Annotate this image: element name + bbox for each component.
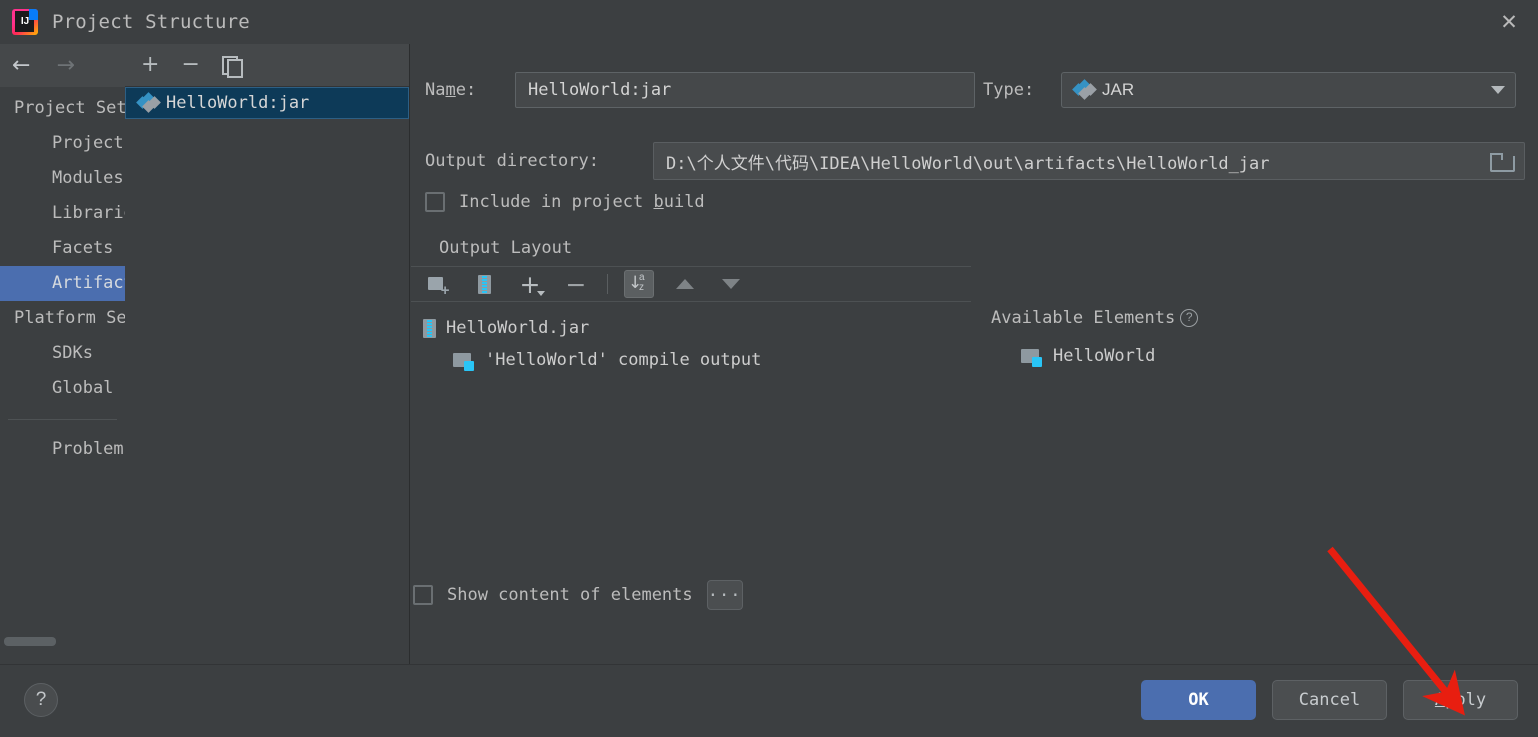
help-button[interactable]: ? [24, 683, 58, 717]
output-layout-split: HelloWorld.jar 'HelloWorld' compile outp… [411, 302, 1538, 602]
include-in-build-checkbox[interactable] [425, 192, 445, 212]
cancel-button[interactable]: Cancel [1272, 680, 1387, 720]
available-elements-title: Available Elements [991, 308, 1175, 328]
move-down-button[interactable] [716, 270, 746, 298]
show-content-more-button[interactable]: ... [707, 580, 743, 610]
name-input-value: HelloWorld:jar [528, 80, 671, 100]
arrow-left-icon[interactable]: ← [12, 55, 30, 77]
available-element-item[interactable]: HelloWorld [979, 340, 1538, 372]
sidebar-item-modules[interactable]: Modules [0, 161, 125, 196]
module-output-folder-icon [453, 351, 475, 370]
artifacts-list-panel: + − HelloWorld:jar [125, 44, 410, 664]
sort-az-icon: ↓ az [627, 273, 651, 295]
minus-icon[interactable]: − [181, 54, 199, 76]
sidebar-item-project-settings[interactable]: Project Settings [0, 91, 125, 126]
artifact-list-item-label: HelloWorld:jar [166, 93, 309, 113]
artifact-list-item[interactable]: HelloWorld:jar [125, 87, 409, 119]
triangle-down-icon [722, 279, 740, 289]
available-elements-header: Available Elements ? [979, 308, 1538, 340]
tree-node-compile-output[interactable]: 'HelloWorld' compile output [411, 344, 971, 376]
copy-icon[interactable] [222, 56, 240, 75]
type-select-value: JAR [1102, 80, 1482, 100]
type-label: Type: [983, 80, 1061, 100]
artifact-editor-pane: Name: HelloWorld:jar Type: JAR Output [411, 44, 1538, 664]
jar-archive-icon [423, 319, 436, 338]
add-folder-icon [428, 275, 449, 293]
tree-node-jar[interactable]: HelloWorld.jar [411, 312, 971, 344]
sidebar-horizontal-scrollbar[interactable] [4, 637, 56, 646]
artifacts-toolbar: + − [125, 44, 409, 87]
dialog-bottom-bar: ? OK Cancel Apply [0, 664, 1538, 737]
output-directory-row: Output directory: D:\个人文件\代码\IDEA\HelloW… [425, 142, 1525, 180]
output-directory-value: D:\个人文件\代码\IDEA\HelloWorld\out\artifacts… [666, 149, 1490, 174]
available-elements-pane: Available Elements ? HelloWorld [971, 302, 1538, 602]
move-up-button[interactable] [670, 270, 700, 298]
folder-icon[interactable] [1490, 153, 1512, 170]
dialog-content: ← → Project Settings Project Modules Lib… [0, 44, 1538, 664]
title-bar: Project Structure ✕ [0, 0, 1538, 44]
sidebar-item-project[interactable]: Project [0, 126, 125, 161]
show-content-checkbox[interactable] [413, 585, 433, 605]
output-layout-box: + − ↓ az [411, 266, 1538, 622]
available-element-label: HelloWorld [1053, 346, 1155, 366]
dialog-button-group: OK Cancel Apply [1141, 680, 1518, 720]
type-select[interactable]: JAR [1061, 72, 1516, 108]
remove-element-button[interactable]: − [561, 270, 591, 298]
add-archive-button[interactable] [469, 270, 499, 298]
available-elements-rule [411, 301, 429, 302]
project-structure-dialog: Project Structure ✕ ← → Project Settings… [0, 0, 1538, 737]
plus-dropdown-icon: + [520, 272, 541, 297]
module-output-folder-icon [1021, 347, 1043, 366]
chevron-down-icon [1491, 86, 1505, 94]
artifact-diamond-icon [1074, 82, 1093, 99]
sort-alphabetically-button[interactable]: ↓ az [624, 270, 654, 298]
sidebar-item-sdks[interactable]: SDKs [0, 336, 125, 371]
show-content-label: Show content of elements [447, 585, 693, 605]
sidebar-item-libraries[interactable]: Libraries [0, 196, 125, 231]
apply-button[interactable]: Apply [1403, 680, 1518, 720]
name-row: Name: HelloWorld:jar [425, 72, 975, 108]
arrow-right-icon[interactable]: → [56, 55, 74, 77]
jar-archive-icon [478, 275, 491, 294]
plus-icon[interactable]: + [141, 54, 159, 76]
tree-node-label: HelloWorld.jar [446, 318, 589, 338]
show-content-row: Show content of elements ... [413, 580, 743, 610]
output-directory-label: Output directory: [425, 151, 653, 171]
name-label: Name: [425, 80, 515, 100]
include-in-build-label: Include in project build [459, 192, 705, 212]
sidebar-nav-arrows: ← → [0, 44, 125, 87]
minus-icon: − [566, 272, 587, 297]
output-directory-input[interactable]: D:\个人文件\代码\IDEA\HelloWorld\out\artifacts… [653, 142, 1525, 180]
toolbar-divider [607, 274, 608, 294]
add-element-button[interactable]: + [515, 270, 545, 298]
sidebar-item-list: Project Settings Project Modules Librari… [0, 87, 125, 467]
sidebar-item-artifacts[interactable]: Artifacts [0, 266, 125, 301]
settings-sidebar: ← → Project Settings Project Modules Lib… [0, 44, 125, 664]
triangle-up-icon [676, 279, 694, 289]
output-layout-tree: HelloWorld.jar 'HelloWorld' compile outp… [411, 302, 971, 602]
name-input[interactable]: HelloWorld:jar [515, 72, 975, 108]
add-directory-button[interactable] [423, 270, 453, 298]
sidebar-item-problems[interactable]: Problems [0, 432, 125, 467]
ok-button[interactable]: OK [1141, 680, 1256, 720]
tree-node-label: 'HelloWorld' compile output [485, 350, 761, 370]
intellij-idea-logo-icon [12, 9, 38, 35]
include-in-build-row[interactable]: Include in project build [425, 192, 705, 212]
type-row: Type: JAR [983, 72, 1516, 108]
help-circle-icon[interactable]: ? [1180, 309, 1198, 327]
sidebar-item-global-libraries[interactable]: Global Libraries [0, 371, 125, 406]
sidebar-item-platform-settings[interactable]: Platform Settings [0, 301, 125, 336]
window-title: Project Structure [52, 11, 250, 33]
output-layout-toolbar: + − ↓ az [411, 266, 971, 302]
sidebar-item-facets[interactable]: Facets [0, 231, 125, 266]
sidebar-divider [8, 419, 117, 420]
output-layout-title: Output Layout [439, 238, 572, 258]
close-icon[interactable]: ✕ [1494, 7, 1524, 37]
artifact-diamond-icon [138, 95, 157, 112]
